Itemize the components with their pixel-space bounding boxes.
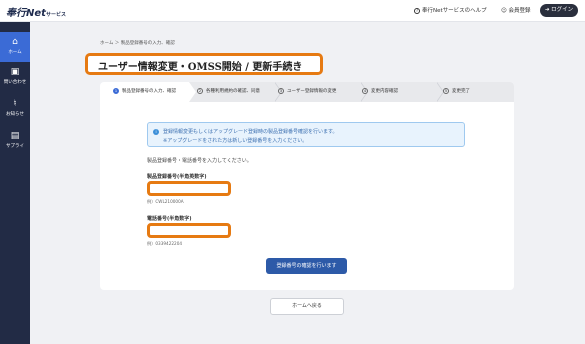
chat-icon: ▣ <box>10 67 20 77</box>
sidebar-item-inquiry[interactable]: ▣ 問い合わせ <box>0 62 30 92</box>
breadcrumb: ホーム ＞ 製品登録番号の入力、確認 <box>100 41 175 46</box>
step-number: 4 <box>362 87 368 94</box>
bell-icon: ♮ <box>13 99 17 109</box>
step-divider <box>436 82 443 102</box>
confirm-number-button[interactable]: 登録番号の確認を行います <box>266 258 347 274</box>
help-icon: ? <box>414 7 420 14</box>
step-divider <box>189 82 196 102</box>
info-box: i 登録情報変更もしくはアップグレード登録時の製品登録番号確認を行います。 ※ア… <box>147 122 465 147</box>
sidebar-item-news[interactable]: ♮ お知らせ <box>0 94 30 124</box>
login-label: ログイン <box>551 7 574 13</box>
info-line-1: 登録情報変更もしくはアップグレード登録時の製品登録番号確認を行います。 <box>163 129 338 135</box>
sidebar-item-home[interactable]: ⌂ ホーム <box>0 32 30 62</box>
back-home-button[interactable]: ホームへ戻る <box>270 298 344 315</box>
product-number-input[interactable] <box>147 181 231 196</box>
top-header: 奉行Netサービス ? 奉行Netサービスのヘルプ ☺ 会員登録 ➜ ログイン <box>0 0 585 22</box>
sidebar-item-label: ホーム <box>8 50 22 55</box>
sidebar-item-label: 問い合わせ <box>3 80 27 85</box>
page-title: ユーザー情報変更・OMSS開始 / 更新手続き <box>98 62 303 73</box>
step-number: 3 <box>278 87 284 94</box>
box-icon: ▤ <box>10 131 20 141</box>
step-label: ユーザー登録情報の変更 <box>287 89 337 94</box>
phone-number-label: 電話番号(半角数字) <box>147 216 192 222</box>
phone-number-input[interactable] <box>147 223 231 238</box>
step-1: 1 製品登録番号の入力、確認 <box>113 82 176 102</box>
register-label: 会員登録 <box>508 8 531 14</box>
step-4: 4 変更内容確認 <box>362 82 398 102</box>
info-line-2: ※アップグレードをされた方は新しい登録番号を入力ください。 <box>163 138 308 144</box>
home-icon: ⌂ <box>12 37 18 47</box>
logo-sub: サービス <box>45 12 66 18</box>
product-number-label: 製品登録番号(半角英数字) <box>147 174 207 180</box>
person-icon: ☺ <box>501 8 507 14</box>
help-label: 奉行Netサービスのヘルプ <box>422 8 487 14</box>
sidebar-item-label: サプライ <box>6 144 24 149</box>
sidebar-item-label: お知らせ <box>6 112 24 117</box>
step-label: 製品登録番号の入力、確認 <box>122 89 176 94</box>
step-number: 2 <box>197 87 203 94</box>
brand-logo[interactable]: 奉行Netサービス <box>6 4 66 19</box>
login-button[interactable]: ➜ ログイン <box>540 4 578 17</box>
step-label: 変更完了 <box>452 89 470 94</box>
step-indicator: 1 製品登録番号の入力、確認 2 各種利用規約の確認、同意 3 ユーザー登録情報の変更… <box>100 82 514 102</box>
step-2: 2 各種利用規約の確認、同意 <box>197 82 260 102</box>
instruction-text: 製品登録番号・電話番号を入力してください。 <box>147 158 252 164</box>
login-icon: ➜ <box>544 7 550 13</box>
sidebar-item-supply[interactable]: ▤ サプライ <box>0 126 30 156</box>
step-number: 1 <box>113 87 119 94</box>
step-label: 各種利用規約の確認、同意 <box>206 89 260 94</box>
help-link[interactable]: ? 奉行Netサービスのヘルプ <box>414 6 487 14</box>
product-number-example: 例）CWL210000A <box>147 199 184 204</box>
step-3: 3 ユーザー登録情報の変更 <box>278 82 336 102</box>
phone-number-example: 例）0339422204 <box>147 241 183 246</box>
step-5: 5 変更完了 <box>443 82 470 102</box>
sidebar: ⌂ ホーム ▣ 問い合わせ ♮ お知らせ ▤ サプライ <box>0 22 30 344</box>
step-label: 変更内容確認 <box>371 89 398 94</box>
step-number: 5 <box>443 87 449 94</box>
info-icon: i <box>153 129 159 135</box>
register-link[interactable]: ☺ 会員登録 <box>501 6 531 14</box>
